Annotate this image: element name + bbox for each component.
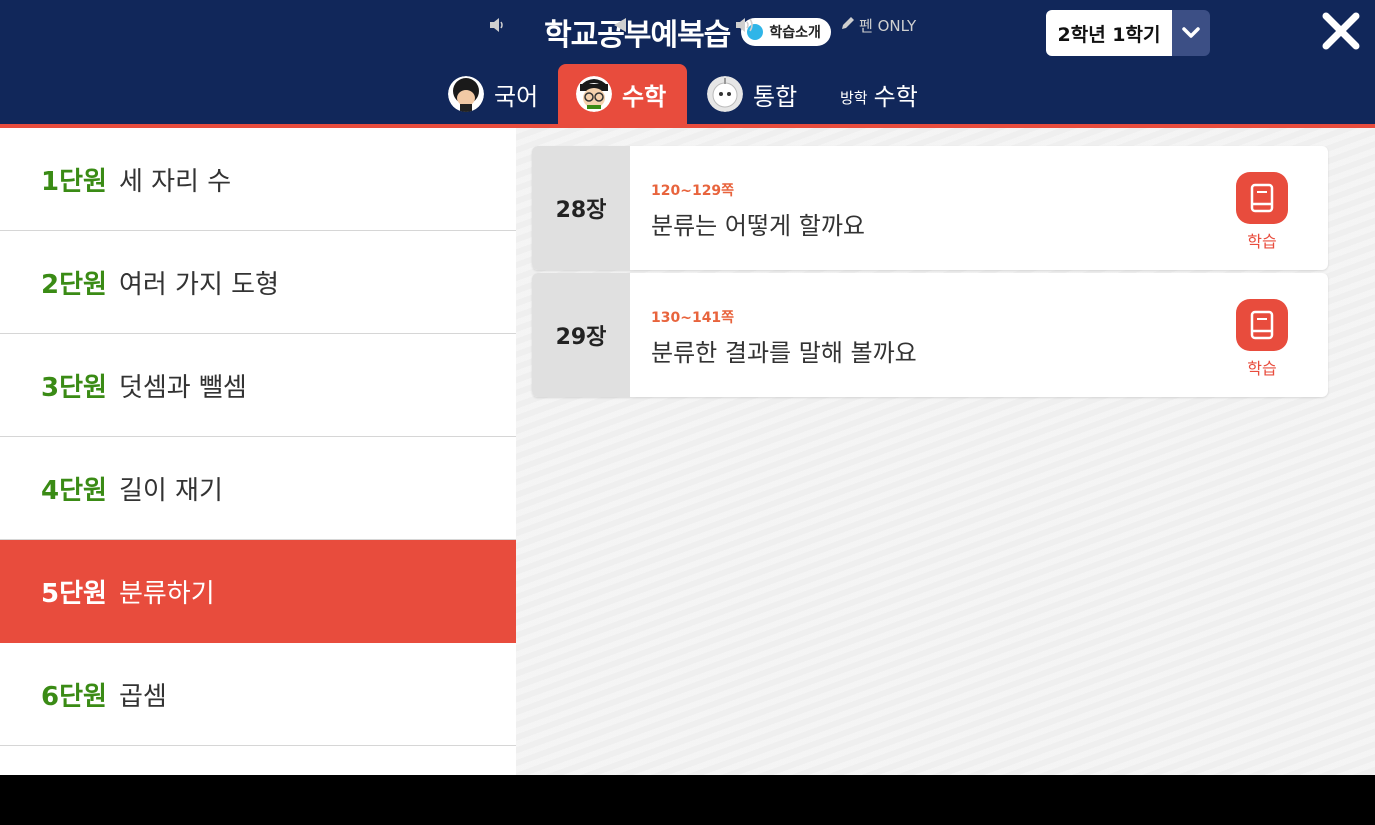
lesson-card-28[interactable]: 28장 120~129쪽 분류는 어떻게 할까요 학습 xyxy=(532,146,1328,270)
unit-name: 여러 가지 도형 xyxy=(118,269,279,300)
unit-name: 곱셈 xyxy=(118,681,167,712)
tab-math[interactable]: 수학 xyxy=(558,64,687,124)
pencil-icon xyxy=(840,15,856,35)
chevron-down-icon[interactable] xyxy=(1172,10,1210,56)
unit-item-3[interactable]: 3단원 덧셈과 뺄셈 xyxy=(0,334,516,437)
book-icon[interactable] xyxy=(1236,172,1288,224)
pen-only-button[interactable]: 펜 ONLY xyxy=(840,0,916,50)
unit-item-2[interactable]: 2단원 여러 가지 도형 xyxy=(0,231,516,334)
tab-korean[interactable]: 국어 xyxy=(448,64,538,124)
unit-item-1[interactable]: 1단원 세 자리 수 xyxy=(0,128,516,231)
unit-number: 4단원 xyxy=(41,475,107,506)
close-icon[interactable] xyxy=(1318,8,1364,54)
semester-selector[interactable]: 2학년 1학기 xyxy=(1046,10,1210,56)
lesson-card-29[interactable]: 29장 130~141쪽 분류한 결과를 말해 볼까요 학습 xyxy=(532,273,1328,397)
lesson-title: 분류는 어떻게 할까요 xyxy=(651,212,865,240)
korean-character-icon xyxy=(448,76,484,112)
book-icon[interactable] xyxy=(1236,299,1288,351)
tab-integrated-label: 통합 xyxy=(753,82,798,111)
system-nav-bar xyxy=(0,775,1375,825)
unit-number: 2단원 xyxy=(41,269,107,300)
unit-number: 3단원 xyxy=(41,372,107,403)
page-range: 120~129쪽 xyxy=(651,183,735,199)
study-button-label[interactable]: 학습 xyxy=(1236,355,1288,379)
chapter-number: 28장 xyxy=(532,146,630,270)
semester-label: 2학년 1학기 xyxy=(1046,10,1172,56)
unit-number: 5단원 xyxy=(41,579,107,609)
tab-math-label: 수학 xyxy=(622,82,667,111)
unit-number: 1단원 xyxy=(41,166,107,197)
page-range: 130~141쪽 xyxy=(651,310,735,326)
volume-down-icon[interactable] xyxy=(488,0,506,50)
unit-name: 세 자리 수 xyxy=(118,166,232,197)
tab-vacation-math[interactable]: 방학 수학 xyxy=(840,64,918,124)
unit-name: 덧셈과 뺄셈 xyxy=(118,372,247,403)
intro-label: 학습소개 xyxy=(769,25,821,41)
pen-only-label: 펜 ONLY xyxy=(859,16,917,35)
app-title: 학교공부예복습 xyxy=(544,18,731,53)
unit-item-6[interactable]: 6단원 곱셈 xyxy=(0,643,516,746)
unit-item-4[interactable]: 4단원 길이 재기 xyxy=(0,437,516,540)
unit-name: 길이 재기 xyxy=(118,475,223,506)
unit-number: 6단원 xyxy=(41,681,107,712)
back-icon[interactable] xyxy=(611,0,629,50)
volume-up-icon[interactable] xyxy=(734,0,756,50)
tab-korean-label: 국어 xyxy=(494,82,539,111)
tab-vacation-prefix: 방학 xyxy=(840,88,868,107)
chapter-number: 29장 xyxy=(532,273,630,397)
unit-name: 분류하기 xyxy=(118,579,215,609)
unit-item-5[interactable]: 5단원 분류하기 xyxy=(0,540,523,643)
math-character-icon xyxy=(576,76,612,112)
tab-integrated[interactable]: 통합 xyxy=(707,64,797,124)
robot-character-icon xyxy=(707,76,743,112)
tab-vacation-label: 수학 xyxy=(873,82,918,111)
lesson-title: 분류한 결과를 말해 볼까요 xyxy=(651,339,917,367)
study-button-label[interactable]: 학습 xyxy=(1236,228,1288,252)
